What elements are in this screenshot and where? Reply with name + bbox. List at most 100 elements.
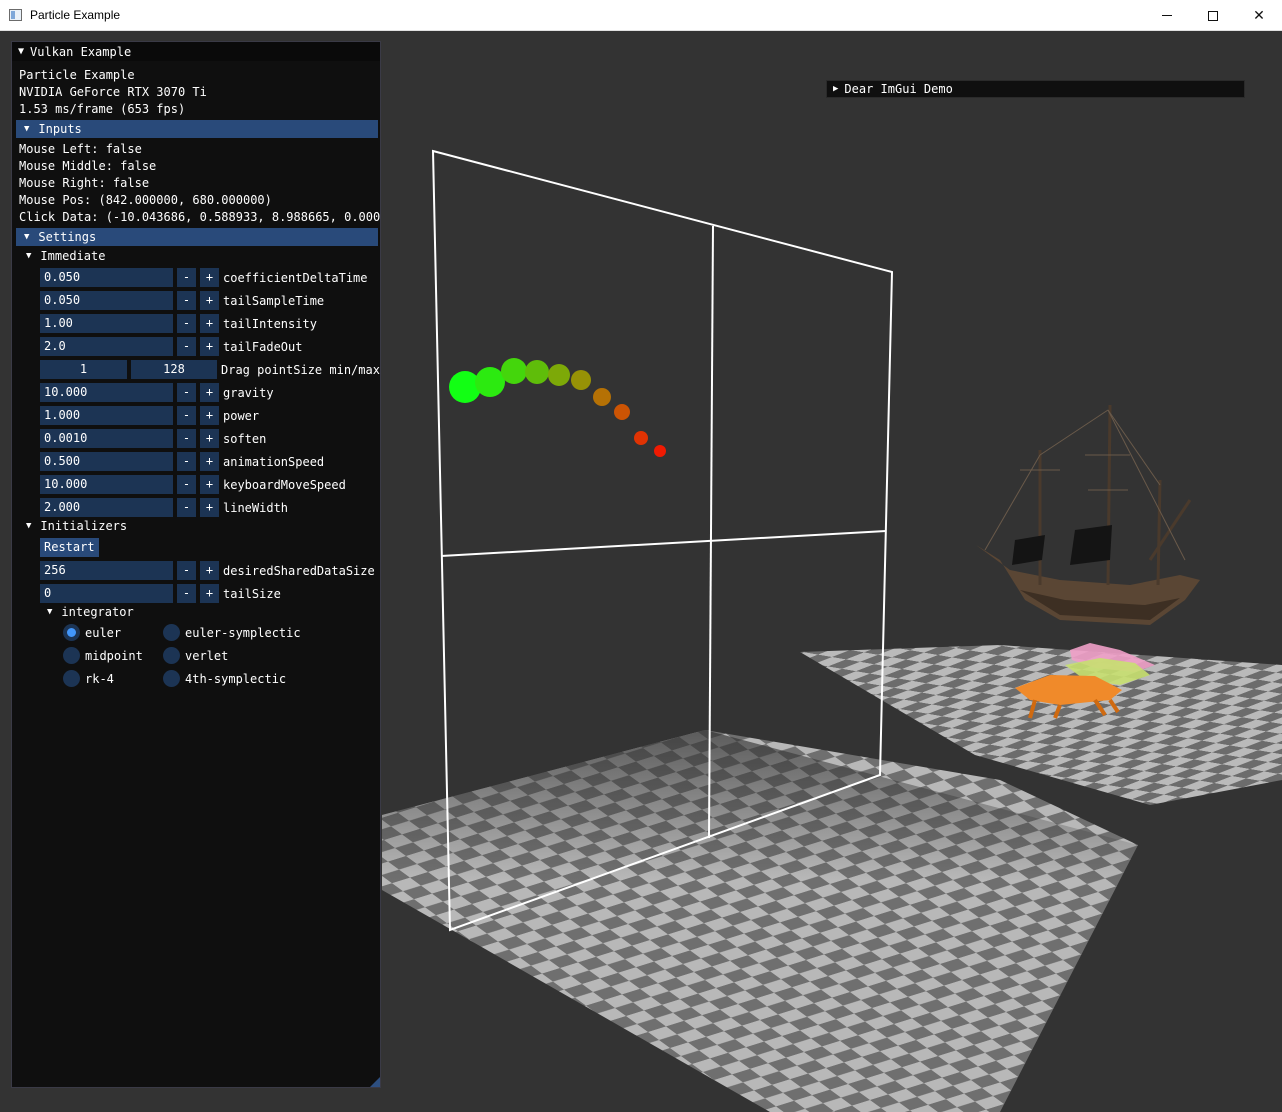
checker-floor-main [382, 730, 1138, 1112]
increment-button[interactable]: + [200, 406, 219, 425]
particle-trail [449, 358, 666, 457]
decrement-button[interactable]: - [177, 475, 196, 494]
radio-unselected-icon[interactable] [63, 670, 80, 687]
decrement-button[interactable]: - [177, 452, 196, 471]
radio-unselected-icon[interactable] [63, 647, 80, 664]
info-app-name: Particle Example [19, 68, 135, 82]
soften-input[interactable]: 0.0010 [40, 429, 173, 448]
setting-row-coefficient-delta-time: 0.050 - + coefficientDeltaTime [40, 268, 368, 287]
setting-label: Drag pointSize min/max [221, 362, 380, 377]
panel-title: Vulkan Example [30, 44, 132, 59]
collapse-triangle-icon[interactable]: ▼ [18, 46, 24, 57]
imgui-demo-window[interactable]: ▶ Dear ImGui Demo [826, 80, 1245, 98]
radio-unselected-icon[interactable] [163, 670, 180, 687]
restart-button[interactable]: Restart [40, 538, 99, 557]
panel-title-bar[interactable]: ▼ Vulkan Example [12, 42, 380, 61]
increment-button[interactable]: + [200, 584, 219, 603]
decrement-button[interactable]: - [177, 406, 196, 425]
tail-sample-time-input[interactable]: 0.050 [40, 291, 173, 310]
mouse-right-status: Mouse Right: false [19, 176, 150, 190]
resize-grip-icon[interactable] [370, 1077, 380, 1087]
integrator-tree-node[interactable]: ▼ integrator [47, 605, 134, 619]
decrement-button[interactable]: - [177, 314, 196, 333]
radio-unselected-icon[interactable] [163, 624, 180, 641]
minimize-button[interactable] [1144, 0, 1190, 31]
tail-fade-out-input[interactable]: 2.0 [40, 337, 173, 356]
mouse-left-status: Mouse Left: false [19, 142, 142, 156]
setting-row-line-width: 2.000 - + lineWidth [40, 498, 288, 517]
increment-button[interactable]: + [200, 383, 219, 402]
setting-row-tail-size: 0 - + tailSize [40, 584, 281, 603]
power-input[interactable]: 1.000 [40, 406, 173, 425]
initializers-tree-node[interactable]: ▼ Initializers [26, 519, 127, 533]
inputs-header[interactable]: ▼ Inputs [16, 120, 378, 138]
point-size-max-drag[interactable]: 128 [131, 360, 217, 379]
setting-label: keyboardMoveSpeed [223, 477, 346, 492]
ship-model [976, 404, 1200, 625]
setting-row-gravity: 10.000 - + gravity [40, 383, 274, 402]
maximize-button[interactable] [1190, 0, 1236, 31]
collapse-triangle-icon: ▼ [47, 607, 53, 617]
setting-label: tailIntensity [223, 316, 317, 331]
radio-unselected-icon[interactable] [163, 647, 180, 664]
setting-row-soften: 0.0010 - + soften [40, 429, 266, 448]
gravity-input[interactable]: 10.000 [40, 383, 173, 402]
tail-intensity-input[interactable]: 1.00 [40, 314, 173, 333]
setting-label: gravity [223, 385, 274, 400]
coefficient-delta-time-input[interactable]: 0.050 [40, 268, 173, 287]
click-data-status: Click Data: (-10.043686, 0.588933, 8.988… [19, 210, 381, 224]
collapse-triangle-icon: ▼ [24, 232, 30, 242]
minimize-icon [1162, 15, 1172, 16]
decrement-button[interactable]: - [177, 498, 196, 517]
collapse-triangle-icon: ▼ [26, 251, 32, 261]
close-button[interactable]: ✕ [1236, 0, 1282, 31]
close-icon: ✕ [1253, 7, 1265, 24]
point-size-min-drag[interactable]: 1 [40, 360, 127, 379]
decrement-button[interactable]: - [177, 337, 196, 356]
decrement-button[interactable]: - [177, 429, 196, 448]
increment-button[interactable]: + [200, 268, 219, 287]
setting-label: tailSampleTime [223, 293, 325, 308]
increment-button[interactable]: + [200, 452, 219, 471]
line-width-input[interactable]: 2.000 [40, 498, 173, 517]
decrement-button[interactable]: - [177, 291, 196, 310]
desired-shared-data-size-input[interactable]: 256 [40, 561, 173, 580]
setting-label: coefficientDeltaTime [223, 270, 368, 285]
maximize-icon [1208, 10, 1218, 21]
setting-row-desired-shared-data-size: 256 - + desiredSharedDataSize [40, 561, 375, 580]
increment-button[interactable]: + [200, 429, 219, 448]
radio-selected-icon[interactable] [63, 624, 80, 641]
increment-button[interactable]: + [200, 337, 219, 356]
radio-verlet[interactable]: verlet [163, 647, 228, 664]
radio-4th-symplectic[interactable]: 4th-symplectic [163, 670, 286, 687]
increment-button[interactable]: + [200, 291, 219, 310]
info-frame-time: 1.53 ms/frame (653 fps) [19, 102, 186, 116]
immediate-tree-node[interactable]: ▼ Immediate [26, 249, 105, 263]
decrement-button[interactable]: - [177, 268, 196, 287]
decrement-button[interactable]: - [177, 383, 196, 402]
settings-header[interactable]: ▼ Settings [16, 228, 378, 246]
imgui-demo-title: Dear ImGui Demo [844, 82, 953, 96]
expand-triangle-icon[interactable]: ▶ [833, 84, 838, 94]
increment-button[interactable]: + [200, 475, 219, 494]
animation-speed-input[interactable]: 0.500 [40, 452, 173, 471]
tail-size-input[interactable]: 0 [40, 584, 173, 603]
mouse-pos-status: Mouse Pos: (842.000000, 680.000000) [19, 193, 272, 207]
setting-label: tailSize [223, 586, 281, 601]
increment-button[interactable]: + [200, 314, 219, 333]
radio-euler-symplectic[interactable]: euler-symplectic [163, 624, 301, 641]
setting-label: soften [223, 431, 267, 446]
increment-button[interactable]: + [200, 498, 219, 517]
setting-row-keyboard-move-speed: 10.000 - + keyboardMoveSpeed [40, 475, 346, 494]
decrement-button[interactable]: - [177, 584, 196, 603]
radio-midpoint[interactable]: midpoint [63, 647, 143, 664]
setting-label: power [223, 408, 260, 423]
increment-button[interactable]: + [200, 561, 219, 580]
radio-euler[interactable]: euler [63, 624, 121, 641]
window-title: Particle Example [30, 8, 121, 22]
decrement-button[interactable]: - [177, 561, 196, 580]
keyboard-move-speed-input[interactable]: 10.000 [40, 475, 173, 494]
vulkan-example-panel[interactable]: ▼ Vulkan Example Particle Example NVIDIA… [11, 41, 381, 1088]
radio-rk4[interactable]: rk-4 [63, 670, 114, 687]
setting-label: lineWidth [223, 500, 289, 515]
